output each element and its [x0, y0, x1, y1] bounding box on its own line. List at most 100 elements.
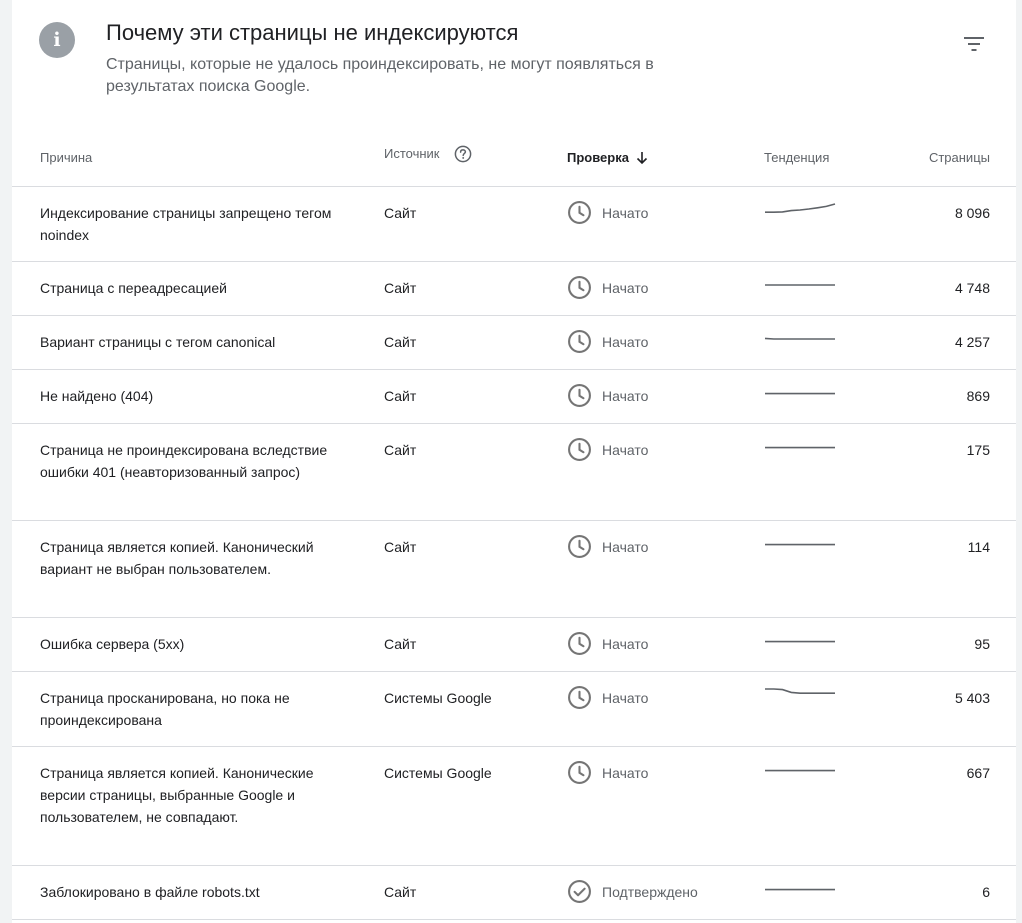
check-cell: Начато — [567, 329, 648, 354]
trend-sparkline — [765, 769, 835, 772]
help-icon[interactable] — [454, 145, 472, 163]
reason-cell: Страница является копией. Канонические в… — [40, 765, 314, 825]
column-header-check-label: Проверка — [567, 150, 629, 165]
table-row[interactable]: Страница с переадресацией Сайт Начато 4 … — [12, 262, 1016, 316]
source-cell: Сайт — [384, 636, 417, 652]
status-text: Подтверждено — [602, 883, 698, 900]
pages-cell: 175 — [966, 442, 990, 458]
check-cell: Начато — [567, 534, 648, 559]
source-cell: Системы Google — [384, 690, 492, 706]
card-title: Почему эти страницы не индексируются — [106, 20, 519, 45]
table-row[interactable]: Страница не проиндексирована вследствие … — [12, 424, 1016, 521]
status-text: Начато — [602, 689, 649, 706]
pages-cell: 8 096 — [954, 205, 990, 221]
check-cell: Подтверждено — [567, 879, 698, 904]
column-header-check[interactable]: Проверка — [567, 150, 649, 166]
trend-sparkline — [765, 888, 835, 891]
filter-icon — [964, 37, 984, 51]
trend-line — [764, 337, 835, 340]
column-header-pages: Страницы — [928, 150, 990, 165]
status-text: Начато — [602, 764, 649, 781]
table-row[interactable]: Страница является копией. Канонический в… — [12, 521, 1016, 618]
clock-icon — [567, 437, 592, 462]
status-text: Начато — [602, 279, 649, 296]
trend-sparkline — [764, 337, 835, 340]
trend-sparkline — [765, 543, 835, 546]
table-row[interactable]: Страница является копией. Канонические в… — [12, 747, 1016, 866]
clock-icon — [567, 200, 592, 225]
check-cell: Начато — [567, 760, 648, 785]
check-cell: Начато — [567, 275, 648, 300]
trend-sparkline — [765, 284, 835, 286]
status-text: Начато — [602, 333, 649, 350]
table-row[interactable]: Вариант страницы с тегом canonical Сайт … — [12, 316, 1016, 370]
clock-icon — [567, 275, 592, 300]
reason-cell: Заблокировано в файле robots.txt — [40, 884, 260, 900]
column-header-source: Источник — [384, 145, 472, 163]
table-row[interactable]: Заблокировано в файле robots.txt Сайт По… — [12, 866, 1016, 920]
reason-cell: Страница просканирована, но пока не прои… — [40, 690, 290, 728]
trend-sparkline — [765, 688, 835, 694]
not-indexed-card: i Почему эти страницы не индексируются С… — [12, 0, 1016, 923]
pages-cell: 114 — [967, 539, 990, 555]
check-cell: Начато — [567, 631, 648, 656]
pages-cell: 5 403 — [954, 690, 990, 706]
reason-cell: Страница является копией. Канонический в… — [40, 539, 314, 577]
table-header: Причина Источник Проверка Тенденция Стра… — [12, 130, 1016, 187]
trend-sparkline — [765, 203, 836, 213]
check-cell: Начато — [567, 685, 648, 710]
check-circle-icon — [567, 879, 592, 904]
trend-sparkline — [765, 392, 835, 395]
clock-icon — [567, 760, 592, 785]
reason-cell: Страница с переадресацией — [40, 280, 227, 296]
source-cell: Сайт — [384, 334, 417, 350]
column-header-trend: Тенденция — [764, 150, 830, 165]
pages-cell: 4 748 — [954, 280, 990, 296]
source-cell: Сайт — [384, 884, 417, 900]
pages-cell: 869 — [966, 388, 990, 404]
arrow-down-icon — [636, 152, 648, 165]
pages-cell: 95 — [974, 636, 990, 652]
source-cell: Сайт — [384, 442, 417, 458]
status-text: Начато — [602, 538, 649, 555]
clock-icon — [567, 631, 592, 656]
status-text: Начато — [602, 387, 649, 404]
source-cell: Системы Google — [384, 765, 492, 781]
filter-button[interactable] — [958, 28, 990, 60]
reason-cell: Страница не проиндексирована вследствие … — [40, 442, 328, 480]
table-row[interactable]: Индексирование страницы запрещено тегом … — [12, 187, 1016, 262]
reason-cell: Не найдено (404) — [40, 388, 154, 404]
reason-cell: Ошибка сервера (5xx) — [40, 636, 185, 652]
clock-icon — [567, 383, 592, 408]
info-icon: i — [39, 22, 75, 58]
source-cell: Сайт — [384, 205, 417, 221]
pages-cell: 6 — [982, 884, 990, 900]
table-row[interactable]: Ошибка сервера (5xx) Сайт Начато 95 — [12, 618, 1016, 672]
trend-line — [765, 688, 835, 694]
source-cell: Сайт — [384, 280, 417, 296]
trend-sparkline — [765, 640, 835, 643]
status-text: Начато — [602, 204, 649, 221]
table-body: Индексирование страницы запрещено тегом … — [12, 187, 1016, 920]
pages-cell: 667 — [966, 765, 990, 781]
trend-line — [765, 203, 836, 213]
trend-sparkline — [765, 446, 835, 449]
source-cell: Сайт — [384, 388, 417, 404]
check-cell: Начато — [567, 437, 648, 462]
reason-cell: Индексирование страницы запрещено тегом … — [40, 205, 332, 243]
check-cell: Начато — [567, 200, 648, 225]
status-text: Начато — [602, 635, 649, 652]
check-cell: Начато — [567, 383, 648, 408]
card-header: i Почему эти страницы не индексируются С… — [12, 0, 1016, 130]
pages-cell: 4 257 — [954, 334, 990, 350]
status-text: Начато — [602, 441, 649, 458]
clock-icon — [567, 685, 592, 710]
clock-icon — [567, 329, 592, 354]
column-header-source-label: Источник — [384, 146, 440, 161]
table-row[interactable]: Страница просканирована, но пока не прои… — [12, 672, 1016, 747]
reason-cell: Вариант страницы с тегом canonical — [40, 334, 276, 350]
column-header-reason: Причина — [40, 150, 93, 165]
table-row[interactable]: Не найдено (404) Сайт Начато 869 — [12, 370, 1016, 424]
clock-icon — [567, 534, 592, 559]
card-subtitle: Страницы, которые не удалось проиндексир… — [106, 56, 654, 95]
